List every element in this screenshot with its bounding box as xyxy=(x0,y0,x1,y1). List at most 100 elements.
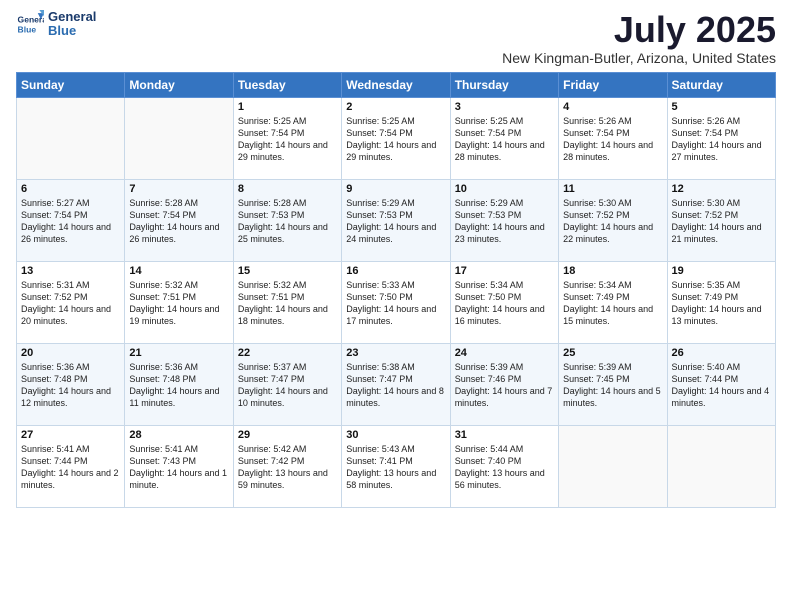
svg-text:Blue: Blue xyxy=(18,25,37,35)
day-number: 24 xyxy=(455,347,554,359)
logo-icon: General Blue xyxy=(16,10,44,38)
cell-info: Sunrise: 5:35 AMSunset: 7:49 PMDaylight:… xyxy=(672,279,771,328)
calendar-week-row: 13 Sunrise: 5:31 AMSunset: 7:52 PMDayligh… xyxy=(17,261,776,343)
day-number: 25 xyxy=(563,347,662,359)
day-number: 4 xyxy=(563,101,662,113)
cell-info: Sunrise: 5:34 AMSunset: 7:49 PMDaylight:… xyxy=(563,279,662,328)
table-row xyxy=(667,425,775,507)
day-number: 21 xyxy=(129,347,228,359)
cell-info: Sunrise: 5:41 AMSunset: 7:43 PMDaylight:… xyxy=(129,443,228,492)
logo: General Blue General Blue xyxy=(16,10,96,39)
cell-info: Sunrise: 5:44 AMSunset: 7:40 PMDaylight:… xyxy=(455,443,554,492)
cell-info: Sunrise: 5:36 AMSunset: 7:48 PMDaylight:… xyxy=(129,361,228,410)
table-row: 6Sunrise: 5:27 AMSunset: 7:54 PMDaylight… xyxy=(17,179,125,261)
day-number: 22 xyxy=(238,347,337,359)
day-number: 17 xyxy=(455,265,554,277)
calendar: Sunday Monday Tuesday Wednesday Thursday… xyxy=(16,72,776,508)
day-number: 3 xyxy=(455,101,554,113)
day-number: 8 xyxy=(238,183,337,195)
day-number: 9 xyxy=(346,183,445,195)
table-row: 24 Sunrise: 5:39 AMSunset: 7:46 PMDayligh… xyxy=(450,343,558,425)
table-row: 31Sunrise: 5:44 AMSunset: 7:40 PMDayligh… xyxy=(450,425,558,507)
table-row: 10Sunrise: 5:29 AMSunset: 7:53 PMDayligh… xyxy=(450,179,558,261)
cell-info: Sunrise: 5:39 AMSunset: 7:45 PMDaylight:… xyxy=(563,361,662,410)
table-row: 26Sunrise: 5:40 AMSunset: 7:44 PMDayligh… xyxy=(667,343,775,425)
table-row: 7 Sunrise: 5:28 AMSunset: 7:54 PMDaylight… xyxy=(125,179,233,261)
table-row: 11Sunrise: 5:30 AMSunset: 7:52 PMDayligh… xyxy=(559,179,667,261)
cell-info: Sunrise: 5:25 AMSunset: 7:54 PMDaylight:… xyxy=(455,115,554,164)
table-row: 25 Sunrise: 5:39 AMSunset: 7:45 PMDayligh… xyxy=(559,343,667,425)
table-row: 12Sunrise: 5:30 AMSunset: 7:52 PMDayligh… xyxy=(667,179,775,261)
day-number: 23 xyxy=(346,347,445,359)
cell-info: Sunrise: 5:29 AMSunset: 7:53 PMDaylight:… xyxy=(455,197,554,246)
cell-info: Sunrise: 5:41 AMSunset: 7:44 PMDaylight:… xyxy=(21,443,120,492)
cell-info: Sunrise: 5:43 AMSunset: 7:41 PMDaylight:… xyxy=(346,443,445,492)
cell-info: Sunrise: 5:28 AMSunset: 7:54 PMDaylight:… xyxy=(129,197,228,246)
day-number: 27 xyxy=(21,429,120,441)
table-row: 22 Sunrise: 5:37 AMSunset: 7:47 PMDayligh… xyxy=(233,343,341,425)
table-row: 3 Sunrise: 5:25 AMSunset: 7:54 PMDaylight… xyxy=(450,97,558,179)
col-tuesday: Tuesday xyxy=(233,72,341,97)
table-row: 27 Sunrise: 5:41 AMSunset: 7:44 PMDayligh… xyxy=(17,425,125,507)
table-row: 21 Sunrise: 5:36 AMSunset: 7:48 PMDayligh… xyxy=(125,343,233,425)
cell-info: Sunrise: 5:37 AMSunset: 7:47 PMDaylight:… xyxy=(238,361,337,410)
calendar-week-row: 1Sunrise: 5:25 AMSunset: 7:54 PMDaylight… xyxy=(17,97,776,179)
title-block: July 2025 New Kingman-Butler, Arizona, U… xyxy=(502,10,776,66)
cell-info: Sunrise: 5:39 AMSunset: 7:46 PMDaylight:… xyxy=(455,361,554,410)
day-number: 2 xyxy=(346,101,445,113)
calendar-week-row: 6Sunrise: 5:27 AMSunset: 7:54 PMDaylight… xyxy=(17,179,776,261)
cell-info: Sunrise: 5:40 AMSunset: 7:44 PMDaylight:… xyxy=(672,361,771,410)
cell-info: Sunrise: 5:34 AMSunset: 7:50 PMDaylight:… xyxy=(455,279,554,328)
table-row: 28 Sunrise: 5:41 AMSunset: 7:43 PMDayligh… xyxy=(125,425,233,507)
calendar-week-row: 20 Sunrise: 5:36 AMSunset: 7:48 PMDayligh… xyxy=(17,343,776,425)
table-row: 15 Sunrise: 5:32 AMSunset: 7:51 PMDayligh… xyxy=(233,261,341,343)
day-number: 7 xyxy=(129,183,228,195)
table-row: 20 Sunrise: 5:36 AMSunset: 7:48 PMDayligh… xyxy=(17,343,125,425)
logo-line1: General xyxy=(48,10,96,24)
logo-line2: Blue xyxy=(48,24,96,38)
day-number: 12 xyxy=(672,183,771,195)
table-row: 29Sunrise: 5:42 AMSunset: 7:42 PMDayligh… xyxy=(233,425,341,507)
cell-info: Sunrise: 5:38 AMSunset: 7:47 PMDaylight:… xyxy=(346,361,445,410)
cell-info: Sunrise: 5:30 AMSunset: 7:52 PMDaylight:… xyxy=(563,197,662,246)
day-number: 14 xyxy=(129,265,228,277)
day-number: 29 xyxy=(238,429,337,441)
col-thursday: Thursday xyxy=(450,72,558,97)
table-row: 5 Sunrise: 5:26 AMSunset: 7:54 PMDaylight… xyxy=(667,97,775,179)
cell-info: Sunrise: 5:33 AMSunset: 7:50 PMDaylight:… xyxy=(346,279,445,328)
cell-info: Sunrise: 5:31 AMSunset: 7:52 PMDaylight:… xyxy=(21,279,120,328)
table-row: 8 Sunrise: 5:28 AMSunset: 7:53 PMDaylight… xyxy=(233,179,341,261)
calendar-header-row: Sunday Monday Tuesday Wednesday Thursday… xyxy=(17,72,776,97)
table-row xyxy=(17,97,125,179)
table-row: 2 Sunrise: 5:25 AMSunset: 7:54 PMDaylight… xyxy=(342,97,450,179)
cell-info: Sunrise: 5:32 AMSunset: 7:51 PMDaylight:… xyxy=(129,279,228,328)
table-row: 23 Sunrise: 5:38 AMSunset: 7:47 PMDayligh… xyxy=(342,343,450,425)
day-number: 16 xyxy=(346,265,445,277)
calendar-week-row: 27 Sunrise: 5:41 AMSunset: 7:44 PMDayligh… xyxy=(17,425,776,507)
day-number: 18 xyxy=(563,265,662,277)
day-number: 13 xyxy=(21,265,120,277)
cell-info: Sunrise: 5:26 AMSunset: 7:54 PMDaylight:… xyxy=(563,115,662,164)
day-number: 15 xyxy=(238,265,337,277)
col-wednesday: Wednesday xyxy=(342,72,450,97)
cell-info: Sunrise: 5:26 AMSunset: 7:54 PMDaylight:… xyxy=(672,115,771,164)
table-row: 1Sunrise: 5:25 AMSunset: 7:54 PMDaylight… xyxy=(233,97,341,179)
day-number: 5 xyxy=(672,101,771,113)
col-monday: Monday xyxy=(125,72,233,97)
table-row: 4 Sunrise: 5:26 AMSunset: 7:54 PMDaylight… xyxy=(559,97,667,179)
cell-info: Sunrise: 5:25 AMSunset: 7:54 PMDaylight:… xyxy=(346,115,445,164)
cell-info: Sunrise: 5:27 AMSunset: 7:54 PMDaylight:… xyxy=(21,197,120,246)
day-number: 30 xyxy=(346,429,445,441)
table-row xyxy=(125,97,233,179)
table-row: 16 Sunrise: 5:33 AMSunset: 7:50 PMDayligh… xyxy=(342,261,450,343)
col-sunday: Sunday xyxy=(17,72,125,97)
day-number: 28 xyxy=(129,429,228,441)
day-number: 19 xyxy=(672,265,771,277)
cell-info: Sunrise: 5:32 AMSunset: 7:51 PMDaylight:… xyxy=(238,279,337,328)
day-number: 20 xyxy=(21,347,120,359)
table-row xyxy=(559,425,667,507)
cell-info: Sunrise: 5:28 AMSunset: 7:53 PMDaylight:… xyxy=(238,197,337,246)
table-row: 18 Sunrise: 5:34 AMSunset: 7:49 PMDayligh… xyxy=(559,261,667,343)
cell-info: Sunrise: 5:36 AMSunset: 7:48 PMDaylight:… xyxy=(21,361,120,410)
table-row: 13 Sunrise: 5:31 AMSunset: 7:52 PMDayligh… xyxy=(17,261,125,343)
